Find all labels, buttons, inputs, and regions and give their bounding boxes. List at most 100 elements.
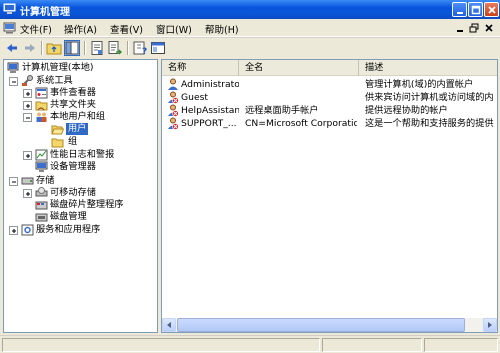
title-bar[interactable]: 计算机管理 <box>0 0 500 19</box>
forward-arrow-icon[interactable] <box>22 40 38 56</box>
help-icon[interactable]: ? <box>132 40 148 56</box>
collapse-toggle[interactable] <box>9 177 18 186</box>
expand-toggle[interactable] <box>23 189 32 198</box>
expand-toggle[interactable] <box>9 226 18 235</box>
tree-node-removable-storage[interactable]: 可移动存储 <box>4 187 157 199</box>
scroll-left-button[interactable] <box>162 318 176 332</box>
scroll-thumb[interactable] <box>177 318 465 332</box>
plus-icon <box>26 154 30 158</box>
disk-management-icon <box>35 213 48 222</box>
tree-node-disk-defrag[interactable]: 磁盘碎片整理程序 <box>4 199 157 211</box>
list-row-helpassistant[interactable]: HelpAssistant 远程桌面助手帐户 提供远程协助的帐户 <box>162 104 497 117</box>
mdi-restore-icon[interactable] <box>468 22 480 34</box>
tree-label-local-users-groups[interactable]: 本地用户和组 <box>50 111 105 123</box>
cell-description: 供来宾访问计算机或访问域的内 <box>365 92 494 103</box>
tree-label-storage[interactable]: 存储 <box>36 175 54 187</box>
tree-label-users[interactable]: 用户 <box>66 123 89 135</box>
export-list-icon[interactable] <box>107 40 123 56</box>
disk-defragmenter-icon <box>35 201 48 210</box>
plus-icon <box>26 104 30 108</box>
tree-node-users[interactable]: 用户 <box>4 123 157 135</box>
users-group-icon <box>36 112 47 122</box>
disabled-user-icon <box>168 91 179 104</box>
menu-file[interactable]: 文件(F) <box>20 22 52 36</box>
tree-label-disk-defrag[interactable]: 磁盘碎片整理程序 <box>50 199 124 211</box>
cell-name: SUPPORT_... <box>181 118 237 129</box>
column-header-name[interactable]: 名称 <box>162 60 239 76</box>
view-mode-icon[interactable] <box>150 40 166 56</box>
tree-node-perf-logs[interactable]: 性能日志和警报 <box>4 149 157 161</box>
menu-window[interactable]: 窗口(W) <box>156 22 192 36</box>
tree-node-device-manager[interactable]: 设备管理器 <box>4 161 157 173</box>
console-tree: 计算机管理(本地) 系统工具 事件查看器 共享文件夹 本地用户和组 用户 组 性… <box>3 59 158 333</box>
tree-label-services-apps[interactable]: 服务和应用程序 <box>36 224 100 236</box>
horizontal-scrollbar[interactable] <box>162 318 497 332</box>
arrow-left-icon <box>167 322 171 328</box>
tree-label-groups[interactable]: 组 <box>68 136 77 148</box>
tree-label-perf-logs[interactable]: 性能日志和警报 <box>50 149 114 161</box>
collapse-toggle[interactable] <box>9 77 18 86</box>
column-header-fullname[interactable]: 全名 <box>239 60 359 76</box>
back-arrow-icon[interactable] <box>4 40 20 56</box>
tree-node-services-apps[interactable]: 服务和应用程序 <box>4 224 157 236</box>
open-folder-icon <box>51 125 64 135</box>
menu-action[interactable]: 操作(A) <box>64 22 97 36</box>
list-row-administrator[interactable]: Administrator 管理计算机(域)的内置帐户 <box>162 78 497 91</box>
minimize-button[interactable] <box>452 2 467 17</box>
up-level-folder-icon[interactable] <box>46 40 62 56</box>
tree-node-root[interactable]: 计算机管理(本地) <box>4 62 157 74</box>
tree-node-shared-folders[interactable]: 共享文件夹 <box>4 99 157 111</box>
status-bar <box>0 335 500 353</box>
list-row-guest[interactable]: Guest 供来宾访问计算机或访问域的内 <box>162 91 497 104</box>
cell-description: 提供远程协助的帐户 <box>365 105 448 116</box>
disabled-user-icon <box>168 117 179 130</box>
tree-label-shared-folders[interactable]: 共享文件夹 <box>50 99 96 111</box>
mdi-minimize-icon[interactable] <box>454 22 466 34</box>
tree-label-device-manager[interactable]: 设备管理器 <box>50 161 96 173</box>
tree-label-system-tools[interactable]: 系统工具 <box>36 75 73 87</box>
tree-node-local-users-groups[interactable]: 本地用户和组 <box>4 111 157 123</box>
tree-label-event-viewer[interactable]: 事件查看器 <box>50 87 96 99</box>
show-hide-tree-button[interactable] <box>64 40 80 56</box>
status-panel-3 <box>424 338 498 352</box>
close-button[interactable] <box>484 2 499 17</box>
minus-icon <box>26 117 30 119</box>
maximize-icon <box>471 5 481 15</box>
scroll-right-button[interactable] <box>483 318 497 332</box>
plus-icon <box>26 92 30 96</box>
list-row-support[interactable]: SUPPORT_... CN=Microsoft Corporatio... 这… <box>162 117 497 130</box>
cell-fullname: 远程桌面助手帐户 <box>245 105 319 116</box>
expand-toggle[interactable] <box>23 89 32 98</box>
console-icon[interactable] <box>3 22 16 34</box>
status-panel-2 <box>322 338 422 352</box>
menu-help[interactable]: 帮助(H) <box>205 22 239 36</box>
tree-node-event-viewer[interactable]: 事件查看器 <box>4 87 157 99</box>
mdi-close-icon[interactable] <box>483 22 495 34</box>
collapse-toggle[interactable] <box>23 113 32 122</box>
plus-icon <box>26 192 30 196</box>
close-icon <box>488 6 496 14</box>
maximize-button[interactable] <box>468 2 483 17</box>
cell-description: 管理计算机(域)的内置帐户 <box>365 79 474 90</box>
storage-icon <box>21 177 34 185</box>
column-header-description[interactable]: 描述 <box>359 60 497 76</box>
tree-label-removable-storage[interactable]: 可移动存储 <box>50 187 96 199</box>
event-viewer-icon <box>35 87 48 99</box>
performance-logs-icon <box>35 149 48 161</box>
tree-node-storage[interactable]: 存储 <box>4 175 157 187</box>
expand-toggle[interactable] <box>23 101 32 110</box>
device-manager-icon <box>35 161 48 172</box>
computer-management-icon <box>3 3 16 14</box>
tree-label-disk-management[interactable]: 磁盘管理 <box>50 211 87 223</box>
tree-node-system-tools[interactable]: 系统工具 <box>4 75 157 87</box>
removable-storage-icon <box>35 187 48 197</box>
menu-view[interactable]: 查看(V) <box>110 22 143 36</box>
cell-fullname: CN=Microsoft Corporatio... <box>245 118 357 129</box>
minimize-icon <box>457 12 463 14</box>
expand-toggle[interactable] <box>23 151 32 160</box>
tree-node-groups[interactable]: 组 <box>4 136 157 148</box>
toolbar: ? <box>0 37 500 57</box>
tree-label-root[interactable]: 计算机管理(本地) <box>22 62 93 74</box>
tree-node-disk-management[interactable]: 磁盘管理 <box>4 211 157 223</box>
properties-icon[interactable] <box>89 40 105 56</box>
